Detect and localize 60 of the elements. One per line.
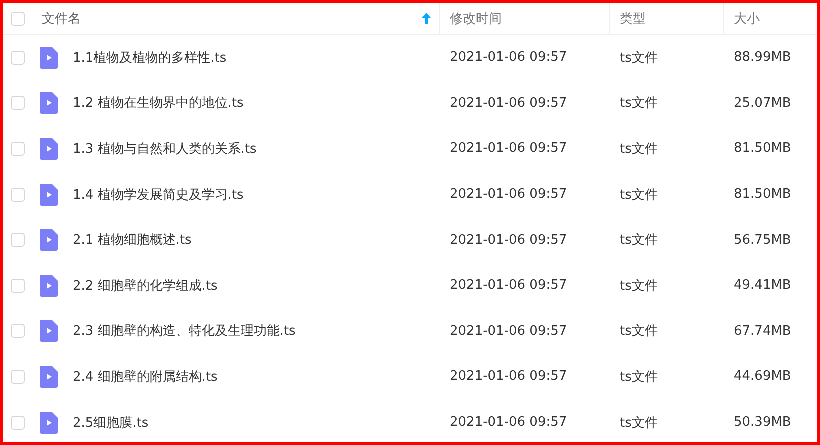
file-name[interactable]: 2.4 细胞壁的附属结构.ts [73, 368, 218, 386]
file-type: ts文件 [619, 414, 659, 432]
video-file-icon [40, 184, 58, 206]
checkbox[interactable] [11, 233, 25, 248]
file-size: 67.74MB [733, 324, 792, 339]
video-file-icon [40, 412, 58, 434]
video-file-icon [40, 138, 58, 160]
file-size: 81.50MB [733, 141, 792, 156]
file-type: ts文件 [619, 95, 659, 112]
file-size: 56.75MB [733, 232, 792, 248]
file-name[interactable]: 2.1 植物细胞概述.ts [73, 231, 192, 250]
file-name[interactable]: 2.3 细胞壁的构造、特化及生理功能.ts [73, 322, 296, 340]
modified-time: 2021-01-06 09:57 [449, 96, 568, 111]
modified-time: 2021-01-06 09:57 [449, 415, 568, 430]
file-type: ts文件 [619, 186, 659, 204]
file-size: 44.69MB [733, 369, 792, 384]
checkbox[interactable] [11, 142, 25, 156]
file-name[interactable]: 2.5细胞膜.ts [73, 414, 149, 432]
video-file-icon [40, 320, 58, 342]
checkbox[interactable] [11, 96, 25, 110]
file-type: ts文件 [619, 278, 659, 295]
file-type: ts文件 [619, 50, 659, 67]
modified-time: 2021-01-06 09:57 [449, 278, 568, 294]
checkbox[interactable] [11, 324, 25, 338]
file-name[interactable]: 2.2 细胞壁的化学组成.ts [73, 276, 218, 295]
modified-time: 2021-01-06 09:57 [449, 187, 568, 202]
checkbox[interactable] [11, 416, 25, 430]
file-name[interactable]: 1.3 植物与自然和人类的关系.ts [73, 140, 257, 158]
file-size: 25.07MB [733, 96, 792, 111]
column-header[interactable]: 文件名 [42, 10, 81, 28]
file-size: 88.99MB [733, 50, 792, 66]
video-file-icon [40, 92, 58, 114]
file-size: 81.50MB [733, 187, 792, 202]
video-file-icon [40, 46, 58, 69]
modified-time: 2021-01-06 09:57 [449, 50, 568, 66]
file-name[interactable]: 1.2 植物在生物界中的地位.ts [73, 94, 244, 112]
checkbox[interactable] [11, 278, 25, 293]
modified-time: 2021-01-06 09:57 [449, 324, 568, 339]
file-type: ts文件 [619, 368, 659, 386]
video-file-icon [40, 274, 58, 297]
video-file-icon [40, 229, 58, 252]
file-size: 50.39MB [733, 415, 792, 430]
modified-time: 2021-01-06 09:57 [449, 232, 568, 248]
file-type: ts文件 [619, 323, 659, 340]
file-type: ts文件 [619, 140, 659, 158]
column-header[interactable]: 修改时间 [450, 10, 502, 28]
checkbox[interactable] [11, 50, 25, 65]
file-name[interactable]: 1.1植物及植物的多样性.ts [73, 48, 227, 67]
video-file-icon [40, 366, 58, 388]
modified-time: 2021-01-06 09:57 [449, 369, 568, 384]
file-type: ts文件 [619, 232, 659, 250]
column-header[interactable]: 类型 [620, 10, 646, 28]
checkbox[interactable] [11, 12, 25, 26]
sort-arrow-icon[interactable] [422, 13, 431, 24]
file-size: 49.41MB [733, 278, 792, 294]
checkbox[interactable] [11, 188, 25, 202]
file-name[interactable]: 1.4 植物学发展简史及学习.ts [73, 186, 244, 204]
column-header[interactable]: 大小 [734, 10, 760, 28]
modified-time: 2021-01-06 09:57 [449, 141, 568, 156]
checkbox[interactable] [11, 370, 25, 384]
